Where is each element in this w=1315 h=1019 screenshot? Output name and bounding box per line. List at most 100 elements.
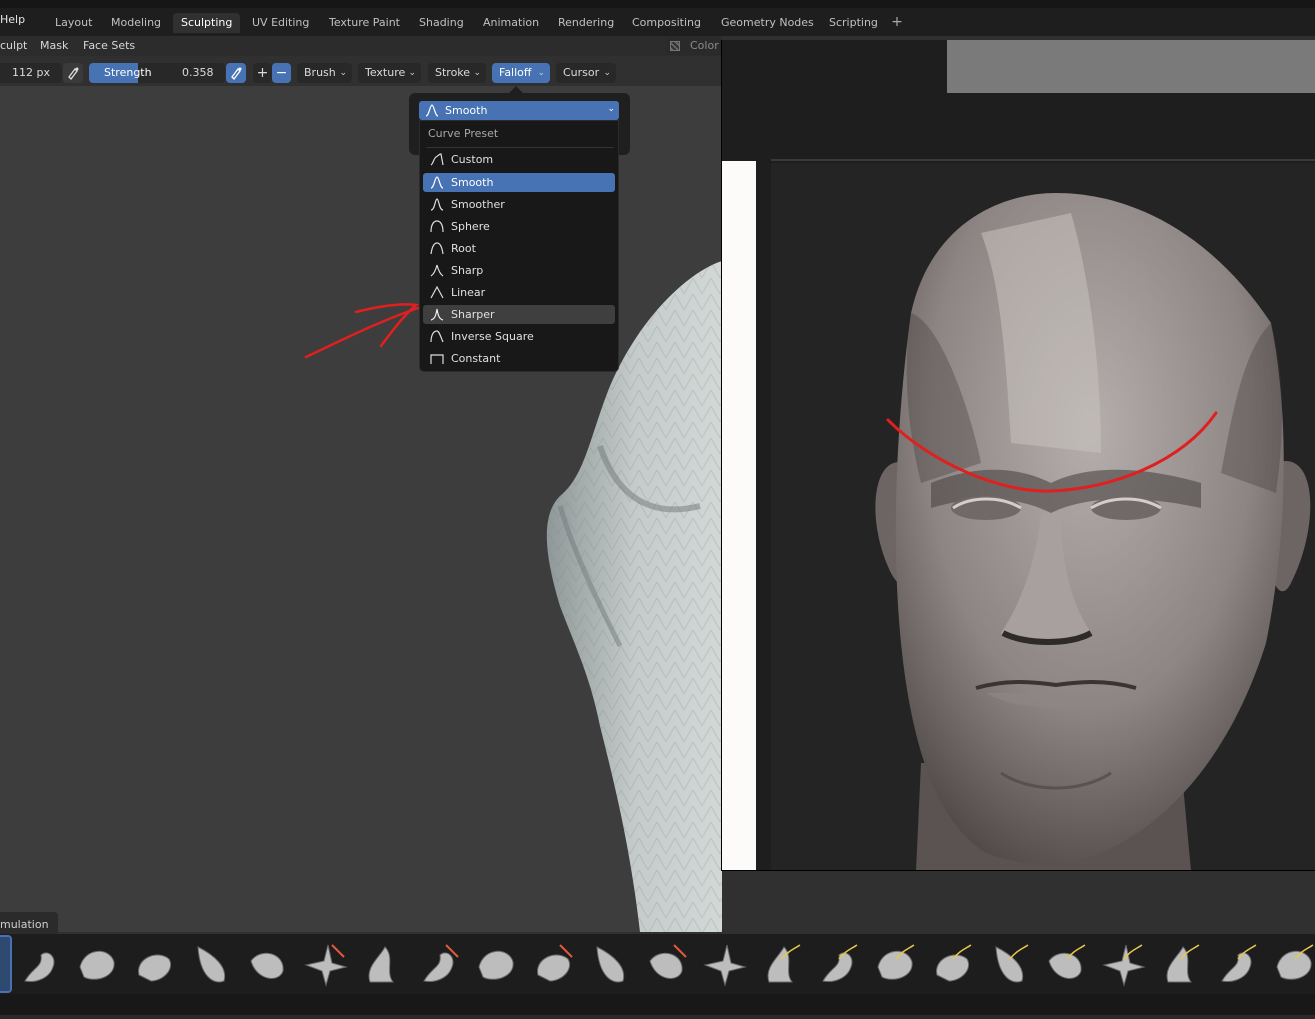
curve-inverse-square-icon [430, 330, 444, 343]
preset-sharper[interactable]: Sharper [423, 305, 615, 324]
strength-label: Strength [104, 66, 152, 79]
tab-uv-editing[interactable]: UV Editing [244, 13, 317, 33]
falloff-dropdown[interactable]: Falloff ⌄ [492, 63, 550, 83]
brush-snake-hook-icon[interactable] [925, 937, 979, 991]
tab-layout[interactable]: Layout [47, 13, 100, 33]
chevron-down-icon: ⌄ [607, 104, 615, 114]
brush-slide-relax-icon[interactable] [1210, 937, 1264, 991]
curve-smooth-icon [430, 176, 444, 189]
curve-preset-dropdown[interactable]: Smooth ⌄ [419, 101, 619, 120]
brush-boundary-icon[interactable] [1267, 937, 1315, 991]
brush-clay-icon[interactable] [70, 937, 124, 991]
texture-label: Texture [365, 66, 406, 79]
workspace-menubar: Help Layout Modeling Sculpting UV Editin… [0, 8, 1315, 36]
brush-crease-icon[interactable] [412, 937, 466, 991]
preset-label: Root [451, 242, 476, 255]
brush-multiplane-scrape-icon[interactable] [697, 937, 751, 991]
preset-label: Sphere [451, 220, 490, 233]
curve-sharper-icon [430, 308, 444, 321]
asset-shelf-tab[interactable]: mulation [0, 912, 58, 934]
tab-shading[interactable]: Shading [411, 13, 472, 33]
radius-pressure-toggle[interactable] [63, 63, 83, 83]
menu-divider [426, 147, 614, 148]
brush-pinch-icon[interactable] [754, 937, 808, 991]
brush-blob-icon[interactable] [355, 937, 409, 991]
tab-animation[interactable]: Animation [475, 13, 547, 33]
chevron-down-icon: ⌄ [537, 68, 545, 78]
brush-clay-thumb-icon[interactable] [184, 937, 238, 991]
pen-pressure-icon [231, 67, 242, 80]
brush-fill-icon[interactable] [583, 937, 637, 991]
preset-inverse-square[interactable]: Inverse Square [423, 327, 615, 346]
brush-grab-icon[interactable] [811, 937, 865, 991]
color-button[interactable]: Color [666, 37, 722, 55]
brush-elastic-deform-icon[interactable] [868, 937, 922, 991]
preset-root[interactable]: Root [423, 239, 615, 258]
sculpt-menu[interactable]: culpt [0, 39, 27, 52]
help-menu[interactable]: Help [0, 13, 25, 26]
chevron-down-icon: ⌄ [408, 68, 416, 78]
preset-sharp[interactable]: Sharp [423, 261, 615, 280]
viewport-header: culpt Mask Face Sets Color [0, 36, 722, 56]
brush-layer-icon[interactable] [241, 937, 295, 991]
pen-pressure-icon [68, 67, 79, 80]
texture-dropdown[interactable]: Texture ⌄ [358, 63, 421, 83]
reference-face-photo [771, 163, 1315, 870]
brush-draw-icon[interactable] [0, 935, 12, 993]
strength-slider[interactable]: Strength 0.358 [89, 63, 225, 83]
face-sets-menu[interactable]: Face Sets [83, 39, 135, 52]
brush-flatten-icon[interactable] [526, 937, 580, 991]
brush-nudge-icon[interactable] [1096, 937, 1150, 991]
curve-preset-menu: Curve Preset Custom Smooth Smoother Sphe… [419, 120, 619, 372]
tab-rendering[interactable]: Rendering [550, 13, 622, 33]
tab-compositing[interactable]: Compositing [624, 13, 709, 33]
tab-scripting[interactable]: Scripting [821, 13, 886, 33]
brush-scrape-icon[interactable] [640, 937, 694, 991]
brush-dropdown[interactable]: Brush ⌄ [297, 63, 352, 83]
preset-smooth[interactable]: Smooth [423, 173, 615, 192]
radius-field[interactable]: 112 px [0, 63, 62, 83]
color-label: Color [690, 39, 719, 52]
preset-smoother[interactable]: Smoother [423, 195, 615, 214]
stroke-label: Stroke [435, 66, 471, 79]
preset-label: Custom [451, 153, 494, 166]
brush-smooth-icon[interactable] [469, 937, 523, 991]
brush-draw-sharp-icon[interactable] [13, 937, 67, 991]
add-workspace-button[interactable]: + [890, 14, 904, 30]
color-swatch-icon [670, 41, 680, 51]
preset-label: Inverse Square [451, 330, 534, 343]
falloff-label: Falloff [499, 66, 532, 79]
curve-smooth-icon [425, 104, 439, 117]
direction-add-button[interactable]: + [253, 63, 272, 83]
preset-label: Linear [451, 286, 486, 299]
mask-menu[interactable]: Mask [40, 39, 68, 52]
brush-asset-shelf [0, 934, 1315, 994]
cursor-dropdown[interactable]: Cursor ⌄ [556, 63, 616, 83]
preset-constant[interactable]: Constant [423, 349, 615, 368]
curve-preset-value: Smooth [445, 104, 488, 117]
curve-sphere-icon [430, 220, 444, 233]
stroke-dropdown[interactable]: Stroke ⌄ [428, 63, 486, 83]
brush-pose-icon[interactable] [1039, 937, 1093, 991]
brush-inflate-icon[interactable] [298, 937, 352, 991]
preset-linear[interactable]: Linear [423, 283, 615, 302]
tab-texture-paint[interactable]: Texture Paint [321, 13, 408, 33]
brush-rotate-icon[interactable] [1153, 937, 1207, 991]
cursor-label: Cursor [563, 66, 600, 79]
reference-image-window[interactable] [721, 40, 1315, 871]
strength-pressure-toggle[interactable] [226, 63, 246, 83]
preset-custom[interactable]: Custom [423, 150, 615, 169]
menu-title: Curve Preset [428, 127, 499, 140]
tool-settings-bar: 112 px Strength 0.358 + − Brush ⌄ Texture… [0, 58, 722, 86]
strength-value: 0.358 [182, 66, 214, 79]
tab-geometry-nodes[interactable]: Geometry Nodes [713, 13, 822, 33]
direction-subtract-button[interactable]: − [272, 63, 291, 83]
preset-sphere[interactable]: Sphere [423, 217, 615, 236]
preset-label: Sharper [451, 308, 495, 321]
tab-sculpting[interactable]: Sculpting [173, 13, 241, 33]
tab-modeling[interactable]: Modeling [103, 13, 169, 33]
brush-clay-strips-icon[interactable] [127, 937, 181, 991]
brush-label: Brush [304, 66, 336, 79]
chevron-down-icon: ⌄ [603, 68, 611, 78]
brush-thumb-icon[interactable] [982, 937, 1036, 991]
